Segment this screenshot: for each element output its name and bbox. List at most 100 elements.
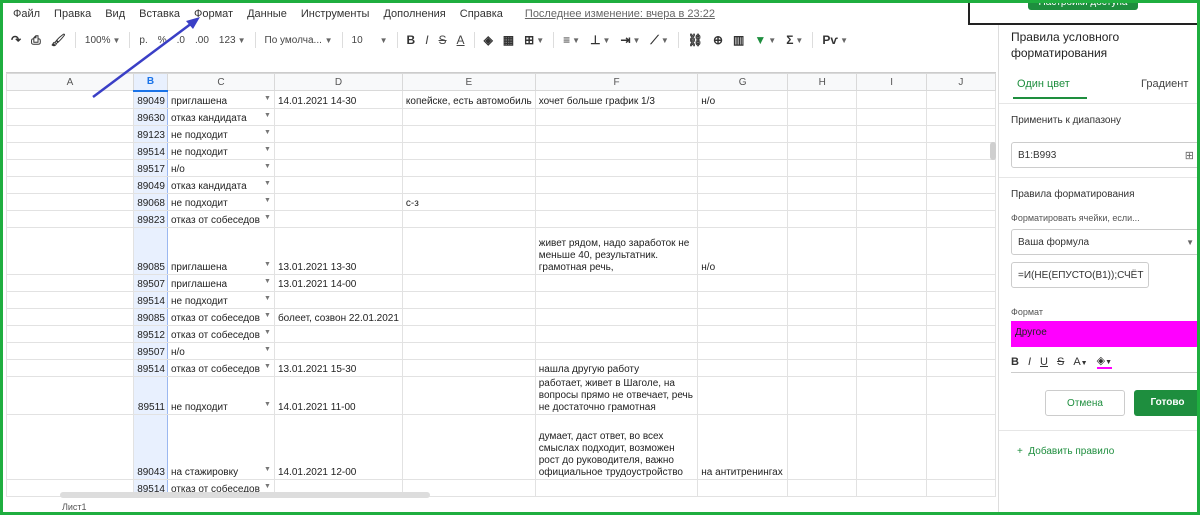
cell-a[interactable] [6,359,135,377]
cell-b[interactable]: 89514 [133,291,168,309]
filter-icon[interactable]: ▼ ▼ [749,33,781,47]
cell-b[interactable]: 89085 [133,227,168,275]
column-header-d[interactable]: D [273,73,403,91]
cell-h[interactable] [787,479,858,497]
cell-h[interactable] [787,176,858,194]
cell-e[interactable] [401,210,536,228]
horizontal-scrollbar[interactable] [60,492,430,498]
dropdown-arrow-icon[interactable]: ▼ [264,344,271,356]
cell-c[interactable]: не подходит ▼ [167,291,275,309]
sheet-tab[interactable]: Лист1 [62,502,87,512]
cell-g[interactable]: на антитренингах [697,414,789,480]
cell-h[interactable] [787,125,858,143]
cell-g[interactable] [697,359,789,377]
font-size-select[interactable]: 10 ▼ [347,35,393,46]
cell-f[interactable] [534,342,699,360]
cell-a[interactable] [6,414,135,480]
cell-e[interactable] [401,274,536,292]
menu-view[interactable]: Вид [98,8,132,20]
cell-j[interactable] [925,308,996,326]
cell-f[interactable] [534,325,699,343]
cell-i[interactable] [856,342,927,360]
cell-f[interactable] [534,108,699,126]
cell-j[interactable] [925,376,996,415]
italic-icon[interactable]: I [1028,356,1031,368]
add-rule-button[interactable]: + Добавить правило [1017,446,1114,457]
cell-g[interactable] [697,479,789,497]
cell-e[interactable] [401,227,536,275]
cell-d[interactable] [273,291,403,309]
cell-j[interactable] [925,159,996,177]
cell-f[interactable] [534,193,699,211]
cell-i[interactable] [856,359,927,377]
dropdown-arrow-icon[interactable]: ▼ [264,93,271,105]
link-icon[interactable]: ⛓ [683,33,708,47]
cell-b[interactable]: 89630 [133,108,168,126]
cell-c[interactable]: приглашена ▼ [167,227,275,275]
cell-a[interactable] [6,176,135,194]
cell-e[interactable] [401,359,536,377]
cell-i[interactable] [856,291,927,309]
cell-h[interactable] [787,359,858,377]
cell-a[interactable] [6,125,135,143]
select-range-icon[interactable]: ⊞ [1185,149,1194,162]
cell-j[interactable] [925,496,996,497]
cell-b[interactable]: 89517 [133,159,168,177]
cell-c[interactable]: отказ от собеседов ▼ [167,308,275,326]
currency-button[interactable]: р. [134,35,152,46]
paint-format-icon[interactable]: 🖌 [46,33,71,47]
cell-i[interactable] [856,414,927,480]
cell-e[interactable] [401,325,536,343]
cell-a[interactable] [6,325,135,343]
cell-d[interactable] [273,125,403,143]
strikethrough-button[interactable]: S [434,33,452,47]
cell-g[interactable] [697,325,789,343]
cell-c[interactable]: не подходит ▼ [167,376,275,415]
cell-h[interactable] [787,414,858,480]
cell-h[interactable] [787,210,858,228]
cell-c[interactable]: отказ кандидата ▼ [167,108,275,126]
cell-i[interactable] [856,325,927,343]
cell-h[interactable] [787,496,858,497]
cell-c[interactable]: не подходит ▼ [167,125,275,143]
more-formats-button[interactable]: 123 ▼ [214,35,251,46]
cell-e[interactable] [401,414,536,480]
cell-f[interactable] [534,176,699,194]
cell-i[interactable] [856,176,927,194]
dropdown-arrow-icon[interactable]: ▼ [264,195,271,207]
cancel-button[interactable]: Отмена [1045,390,1125,416]
cell-j[interactable] [925,210,996,228]
italic-button[interactable]: I [420,33,433,47]
cell-b[interactable]: 89049 [133,90,168,109]
cell-f[interactable] [534,308,699,326]
cell-j[interactable] [925,108,996,126]
cell-g[interactable] [697,274,789,292]
cell-j[interactable] [925,274,996,292]
cell-d[interactable] [273,193,403,211]
cell-a[interactable] [6,291,135,309]
dropdown-arrow-icon[interactable]: ▼ [264,464,271,476]
menu-file[interactable]: Файл [6,8,47,20]
cell-f[interactable]: думает, даст ответ, во всех смыслах подх… [534,414,699,480]
cell-f[interactable]: хочет больше график 1/3 [534,90,699,109]
cell-i[interactable] [856,159,927,177]
dropdown-arrow-icon[interactable]: ▼ [264,310,271,322]
cell-e[interactable] [401,108,536,126]
font-select[interactable]: По умолча... ▼ [260,35,338,46]
vertical-scrollbar[interactable] [990,142,996,160]
cell-i[interactable] [856,274,927,292]
tab-single-color[interactable]: Один цвет [1017,78,1070,90]
cell-h[interactable] [787,159,858,177]
comment-icon[interactable]: ⊕ [708,33,728,47]
column-header-e[interactable]: E [401,73,536,91]
cell-h[interactable] [787,308,858,326]
zoom-select[interactable]: 100% ▼ [80,35,126,46]
print-icon[interactable]: ⎙ [26,33,46,48]
cell-f[interactable] [534,274,699,292]
cell-a[interactable] [6,159,135,177]
cell-e[interactable] [401,125,536,143]
borders-icon[interactable]: ▦ [498,33,519,47]
cell-a[interactable] [6,342,135,360]
cell-d[interactable] [273,342,403,360]
cell-c[interactable]: не подходит ▼ [167,142,275,160]
